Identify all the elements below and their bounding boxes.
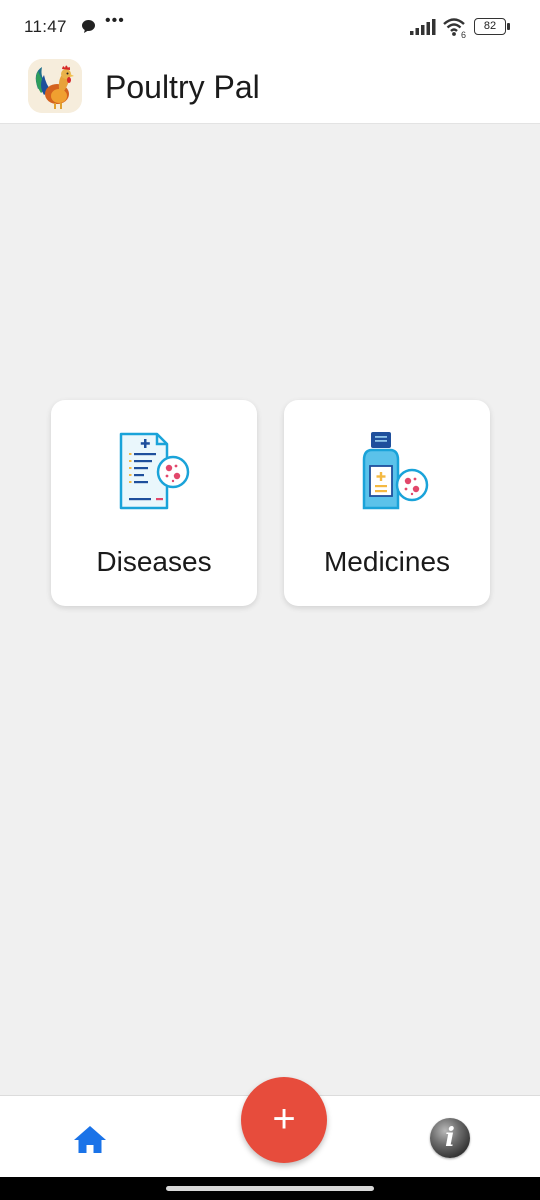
rooster-logo-icon (28, 59, 82, 113)
wifi-icon: 6 (442, 17, 470, 44)
status-bar: 11:47 ••• 6 82 (0, 0, 540, 52)
add-button[interactable]: + (241, 1077, 327, 1163)
cell-signal-icon (410, 19, 436, 40)
status-time: 11:47 (24, 17, 67, 36)
wifi-badge: 6 (461, 30, 466, 39)
battery-level: 82 (483, 20, 497, 32)
app-title: Poultry Pal (105, 69, 260, 105)
battery-icon: 82 (474, 18, 510, 35)
medicine-bottle-virus-icon (342, 430, 432, 514)
more-notifications-icon: ••• (105, 12, 125, 29)
gesture-bar (0, 1177, 540, 1200)
app-bar: Poultry Pal (0, 52, 540, 124)
medicines-card[interactable]: Medicines (284, 400, 490, 606)
chat-bubble-icon (81, 19, 96, 39)
home-icon[interactable] (72, 1122, 108, 1158)
info-glyph: i (445, 1123, 455, 1153)
home-gesture-handle[interactable] (166, 1186, 374, 1191)
plus-icon: + (272, 1097, 296, 1141)
medicines-label: Medicines (323, 546, 451, 577)
diseases-card[interactable]: Diseases (51, 400, 257, 606)
diseases-label: Diseases (96, 546, 212, 577)
info-icon[interactable]: i (430, 1118, 470, 1158)
medical-report-virus-icon (109, 430, 199, 514)
